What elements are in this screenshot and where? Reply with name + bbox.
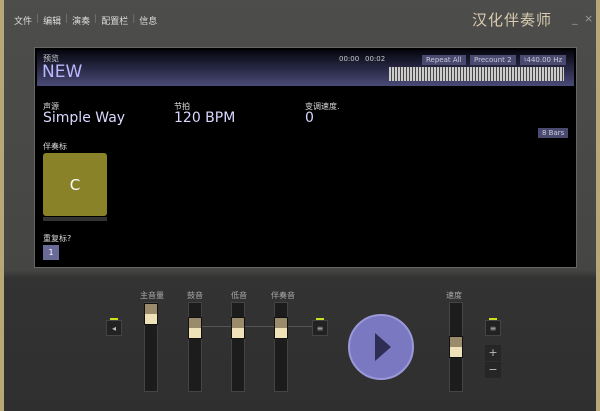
drums-fader[interactable] <box>188 302 202 392</box>
fader-label-master: 主音量 <box>140 290 164 301</box>
bass-fader[interactable] <box>231 302 245 392</box>
minimize-button[interactable]: _ <box>572 12 578 25</box>
app-window: 文件| 编辑| 演奏| 配置栏| 信息 汉化伴奏师 _ × 预览 NEW 00:… <box>0 0 600 411</box>
menu-edit[interactable]: 编辑 <box>43 14 61 27</box>
fader-thumb[interactable] <box>449 336 463 358</box>
chord-scroll[interactable] <box>43 217 107 221</box>
menu-bar: 文件| 编辑| 演奏| 配置栏| 信息 <box>14 14 157 27</box>
transpose-value[interactable]: 0 <box>305 110 314 126</box>
menu-info[interactable]: 信息 <box>139 14 157 27</box>
repeat-count[interactable]: 1 <box>43 245 59 260</box>
menu-file[interactable]: 文件 <box>14 14 32 27</box>
song-name: NEW <box>42 62 82 82</box>
tuning-button[interactable]: ♮440.00 Hz <box>520 55 566 65</box>
song-display: 预览 NEW 00:00 00:02 Repeat All Precount 2… <box>34 47 577 268</box>
repeat-label: 重复标? <box>43 233 71 244</box>
tempo-value[interactable]: 120 BPM <box>174 110 235 126</box>
speed-plus-button[interactable]: + <box>485 345 501 361</box>
speed-label: 速度 <box>446 290 462 301</box>
preview-header: 预览 NEW 00:00 00:02 Repeat All Precount 2… <box>37 50 574 86</box>
close-button[interactable]: × <box>584 12 593 25</box>
speed-toggle-button[interactable]: ≡ <box>485 320 501 336</box>
accomp-fader[interactable] <box>274 302 288 392</box>
repeat-button[interactable]: Repeat All <box>422 55 466 65</box>
menu-config[interactable]: 配置栏 <box>101 14 128 27</box>
time-current: 00:00 <box>339 55 359 63</box>
time-total: 00:02 <box>365 55 385 63</box>
speed-fader[interactable] <box>449 302 463 392</box>
app-title: 汉化伴奏师 <box>472 9 552 30</box>
bars-badge[interactable]: 8 Bars <box>538 128 568 138</box>
fader-thumb[interactable] <box>274 317 288 339</box>
fader-thumb[interactable] <box>231 317 245 339</box>
fader-label-bass: 低音 <box>231 290 247 301</box>
master-fader[interactable] <box>144 302 158 392</box>
source-value[interactable]: Simple Way <box>43 110 125 126</box>
fader-label-drums: 鼓音 <box>187 290 203 301</box>
mute-button[interactable]: ◂ <box>106 320 122 336</box>
chord-block[interactable]: C <box>43 153 107 216</box>
accomp-toggle-button[interactable]: ≡ <box>312 320 328 336</box>
play-button[interactable] <box>348 314 414 380</box>
speed-minus-button[interactable]: − <box>485 362 501 378</box>
fader-thumb[interactable] <box>144 303 158 325</box>
fader-thumb[interactable] <box>188 317 202 339</box>
precount-button[interactable]: Precount 2 <box>470 55 516 65</box>
chords-label: 伴奏标 <box>43 141 67 152</box>
fader-link-line <box>202 326 312 327</box>
fader-label-accomp: 伴奏音 <box>271 290 295 301</box>
piano-keyboard <box>389 67 564 81</box>
menu-play[interactable]: 演奏 <box>72 14 90 27</box>
